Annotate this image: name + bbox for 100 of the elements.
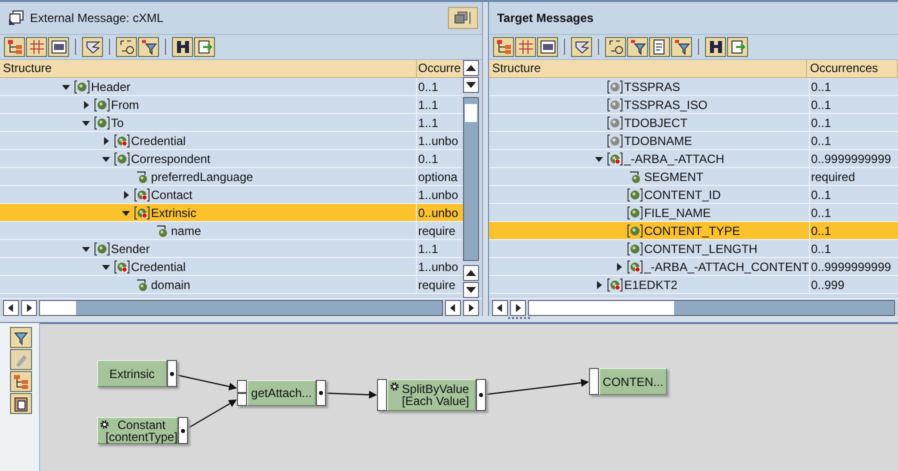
splitter-handle[interactable] (508, 317, 530, 321)
tree-row[interactable]: CONTENT_TYPE 0..1 (489, 222, 898, 240)
tree-row[interactable]: domain require (0, 276, 464, 294)
collapse-icon[interactable] (102, 262, 110, 270)
function-node[interactable]: SplitByValue [Each Value] (387, 379, 476, 411)
src-tool-icon[interactable] (48, 37, 69, 57)
scroll-right-icon[interactable] (467, 304, 476, 312)
find-tool-icon[interactable] (705, 37, 726, 57)
tree-row[interactable]: TDOBJECT 0..1 (489, 114, 898, 132)
tree-row[interactable]: TDOBNAME 0..1 (489, 132, 898, 150)
node-name: _-ARBA_-ATTACH (623, 152, 724, 166)
panel-title: Target Messages (497, 11, 594, 25)
collapse-icon[interactable] (595, 154, 604, 162)
tree-row[interactable]: Credential 1..unbo (0, 258, 464, 276)
tree-row[interactable]: CONTENT_ID 0..1 (489, 186, 898, 204)
expand-icon[interactable] (595, 280, 604, 288)
source-field-node[interactable]: Extrinsic (97, 360, 167, 387)
doc-tool-icon[interactable] (649, 37, 670, 57)
column-header[interactable]: Structure (0, 60, 418, 77)
tree-row[interactable]: SEGMENT required (489, 168, 898, 186)
node-name: To (110, 116, 124, 130)
tree-row[interactable]: preferredLanguage optiona (0, 168, 464, 186)
scroll-thumb[interactable] (529, 300, 674, 314)
expand-icon[interactable] (122, 190, 130, 198)
find-tool-icon[interactable] (172, 37, 193, 57)
tree-tool-icon[interactable] (4, 37, 25, 57)
vertical-scrollbar[interactable] (463, 60, 480, 298)
expand-icon[interactable] (82, 100, 90, 108)
output-port[interactable] (178, 417, 188, 444)
src-tool-icon[interactable] (537, 37, 558, 57)
input-port[interactable] (589, 368, 599, 395)
output-port[interactable] (476, 379, 486, 411)
target-field-node[interactable]: CONTEN... (599, 368, 667, 395)
funnel-tool-icon[interactable] (10, 327, 32, 348)
tree-row[interactable]: name require (0, 222, 464, 240)
scroll-left-icon[interactable] (449, 304, 458, 312)
tree-row[interactable]: CONTENT_LENGTH 0..1 (489, 240, 898, 258)
tree-row[interactable]: TSSPRAS_ISO 0..1 (489, 96, 898, 114)
expand-icon[interactable] (615, 262, 624, 270)
collapse-icon[interactable] (102, 154, 110, 162)
occurrence-cell: 0..1 (809, 114, 898, 131)
scroll-thumb[interactable] (465, 104, 478, 122)
node-name: _-ARBA_-ATTACH_CONTENT (643, 260, 809, 274)
occurrence-cell: 0..1 (809, 222, 898, 239)
tree-row[interactable]: Contact 1..unbo (0, 186, 464, 204)
grid-tool-icon[interactable] (26, 37, 47, 57)
tree-row[interactable]: Correspondent 0..1 (0, 150, 464, 168)
tree-row[interactable]: Extrinsic 0..unbo (0, 204, 464, 222)
collapse-icon[interactable] (62, 82, 70, 90)
node-name: Credential (130, 134, 186, 148)
filter2-tool-icon[interactable] (671, 37, 692, 57)
output-port[interactable] (316, 380, 326, 406)
scroll-thumb[interactable] (40, 300, 76, 314)
scroll-up-icon[interactable] (466, 64, 476, 72)
export-tool-icon[interactable] (194, 37, 215, 57)
expand-icon[interactable] (102, 136, 110, 144)
tree-row[interactable]: Header 0..1 (0, 78, 464, 96)
output-port[interactable] (167, 360, 177, 387)
input-port[interactable] (377, 379, 387, 411)
scroll-down-icon[interactable] (466, 286, 476, 294)
tree-row[interactable]: From 1..1 (0, 96, 464, 114)
tree-row[interactable]: _-ARBA_-ATTACH_CONTENT 0..9999999999 (489, 258, 898, 276)
function-node[interactable]: getAttach... (247, 380, 316, 406)
tree-tool-icon[interactable] (493, 37, 514, 57)
node-name: TSSPRAS_ISO (623, 98, 708, 112)
filter-tool-icon[interactable] (627, 37, 648, 57)
column-header[interactable]: Structure (489, 60, 807, 77)
source-field-node[interactable]: Constant [contentType] (97, 417, 178, 444)
scroll-left-icon[interactable] (7, 304, 15, 312)
grid-tool-icon[interactable] (515, 37, 536, 57)
scroll-left-icon[interactable] (496, 304, 504, 312)
scroll-up-icon[interactable] (466, 269, 476, 277)
tree-row[interactable]: E1EDKT2 0..999 (489, 276, 898, 294)
eraser-tool-icon[interactable] (10, 349, 32, 370)
clipboard-tool-icon[interactable] (10, 393, 32, 414)
input-port[interactable] (237, 393, 247, 406)
window-menu-button[interactable] (448, 7, 478, 29)
input-port[interactable] (237, 380, 247, 393)
tree-row[interactable]: To 1..1 (0, 114, 464, 132)
splitter-handle[interactable] (482, 2, 488, 316)
collapse-icon[interactable] (122, 208, 130, 216)
tree-row[interactable]: _-ARBA_-ATTACH 0..9999999999 (489, 150, 898, 168)
node-name: domain (150, 278, 190, 292)
column-header[interactable]: Occurrences (807, 60, 898, 77)
scroll-down-icon[interactable] (466, 81, 476, 89)
collapse-icon[interactable] (82, 118, 90, 126)
scroll-right-icon[interactable] (25, 304, 33, 312)
export-tool-icon[interactable] (727, 37, 748, 57)
column-header[interactable]: Occurre (417, 60, 464, 77)
scroll-right-icon[interactable] (514, 304, 522, 312)
tree-row[interactable]: FILE_NAME 0..1 (489, 204, 898, 222)
occurrence-cell: 0..1 (809, 240, 898, 257)
filter-tool-icon[interactable] (138, 37, 159, 57)
hierarchy-tool-icon[interactable] (10, 371, 32, 392)
horizontal-scrollbar[interactable] (0, 298, 482, 316)
tree-row[interactable]: Sender 1..1 (0, 240, 464, 258)
horizontal-scrollbar[interactable] (489, 298, 898, 316)
tree-row[interactable]: TSSPRAS 0..1 (489, 78, 898, 96)
collapse-icon[interactable] (82, 244, 90, 252)
tree-row[interactable]: Credential 1..unbo (0, 132, 464, 150)
